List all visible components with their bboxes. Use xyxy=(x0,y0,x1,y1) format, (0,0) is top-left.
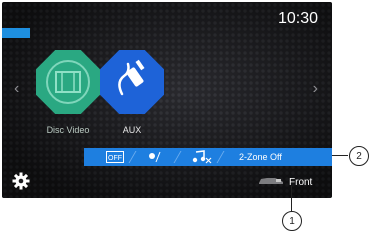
disc-video-tile[interactable]: Disc Video xyxy=(36,50,100,135)
film-icon xyxy=(36,50,100,114)
car-icon xyxy=(258,173,284,191)
two-zone-status[interactable]: 2-Zone Off xyxy=(239,152,282,162)
separator xyxy=(128,151,143,163)
separator xyxy=(173,151,188,163)
off-icon[interactable]: OFF xyxy=(106,148,124,166)
head-unit-screen: 10:30 ‹ › Disc Video AUX OFF 2-Zone Off … xyxy=(2,2,332,198)
accent-bar xyxy=(2,28,30,38)
aux-label: AUX xyxy=(122,125,142,135)
aux-tile[interactable]: AUX xyxy=(100,50,164,135)
aux-cable-icon xyxy=(100,50,164,114)
day-night-icon[interactable] xyxy=(147,148,169,166)
separator xyxy=(216,151,231,163)
gear-icon[interactable] xyxy=(12,172,30,190)
status-bar: OFF 2-Zone Off xyxy=(84,148,332,166)
off-icon-text: OFF xyxy=(108,155,122,162)
chevron-right-icon[interactable]: › xyxy=(313,80,318,98)
front-label: Front xyxy=(289,176,313,188)
chevron-left-icon[interactable]: ‹ xyxy=(14,80,19,98)
front-zone-indicator[interactable]: Front xyxy=(258,175,312,189)
music-mute-icon[interactable] xyxy=(192,148,212,166)
clock: 10:30 xyxy=(277,10,318,27)
callout-2: 2 xyxy=(349,146,369,166)
callout-line-1 xyxy=(291,186,292,212)
callout-1: 1 xyxy=(282,211,302,231)
